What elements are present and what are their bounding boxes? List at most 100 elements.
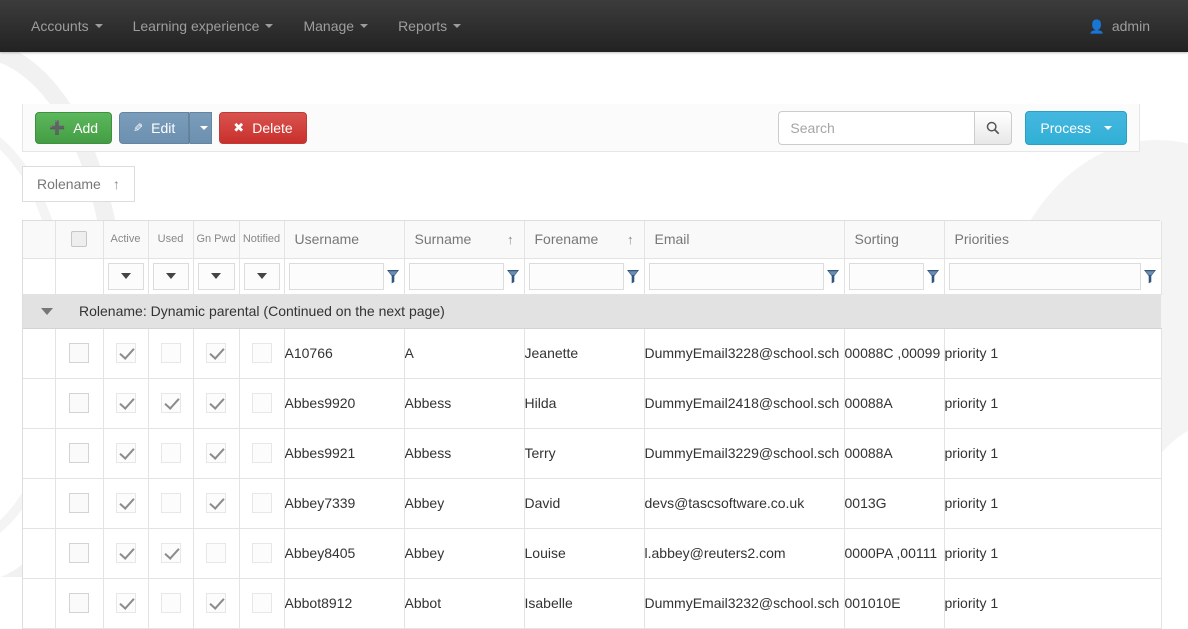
cell-used — [148, 378, 194, 429]
sort-chip-rolename[interactable]: Rolename ↑ — [22, 166, 135, 202]
row-select-checkbox[interactable] — [69, 493, 89, 513]
group-sort-bar: Rolename ↑ — [22, 166, 135, 202]
filter-input-priorities[interactable] — [948, 262, 1141, 290]
filter-cell-forename — [524, 258, 645, 295]
table-row[interactable]: Abbey7339 Abbey David devs@tascsoftware.co.… — [23, 478, 1162, 529]
delete-button-label: Delete — [252, 119, 293, 136]
edit-button-group: ✎ Edit — [119, 111, 213, 144]
nav-item-reports[interactable]: Reports — [383, 0, 476, 52]
row-select-cell[interactable] — [55, 528, 104, 579]
nav-item-learning-experience[interactable]: Learning experience — [118, 0, 289, 52]
notified-checkbox — [251, 543, 272, 563]
filter-input-surname[interactable] — [408, 262, 504, 290]
table-row[interactable]: Abbot8912 Abbot Isabelle DummyEmail3232@sch… — [23, 578, 1162, 629]
column-header-used[interactable]: Used — [148, 221, 194, 259]
column-header-surname[interactable]: Surname ↑ — [404, 221, 525, 259]
filter-cell-handle — [23, 258, 56, 295]
funnel-icon[interactable] — [626, 268, 640, 284]
row-select-cell[interactable] — [55, 578, 104, 629]
active-checkbox — [115, 593, 136, 613]
filter-cell-username — [284, 258, 405, 295]
edit-button[interactable]: ✎ Edit — [119, 111, 190, 144]
funnel-icon[interactable] — [1143, 268, 1157, 284]
cell-username: Abbey8405 — [284, 528, 405, 579]
add-button[interactable]: ➕ Add — [35, 111, 113, 144]
delete-button[interactable]: ✖ Delete — [219, 111, 307, 144]
row-select-cell[interactable] — [55, 328, 104, 379]
cell-gnpwd — [193, 478, 240, 529]
row-select-cell[interactable] — [55, 478, 104, 529]
cell-surname: Abbess — [404, 378, 525, 429]
cell-forename: Jeanette — [524, 328, 645, 379]
process-button[interactable]: Process — [1025, 110, 1127, 145]
column-header-forename[interactable]: Forename ↑ — [524, 221, 645, 259]
row-select-checkbox[interactable] — [69, 543, 89, 563]
cell-surname: A — [404, 328, 525, 379]
user-menu-label: admin — [1111, 18, 1150, 34]
select-all-checkbox[interactable] — [71, 231, 87, 248]
cell-sorting: 0013G — [844, 478, 945, 529]
group-collapse-toggle[interactable] — [23, 307, 71, 315]
column-header-username[interactable]: Username — [284, 221, 405, 259]
funnel-icon[interactable] — [926, 268, 940, 284]
row-select-checkbox[interactable] — [69, 343, 89, 363]
toolbar-right-section: Process — [778, 110, 1127, 145]
filter-dropdown-gnpwd[interactable] — [197, 262, 235, 290]
filter-dropdown-used[interactable] — [152, 262, 189, 290]
cell-forename: Hilda — [524, 378, 645, 429]
funnel-icon[interactable] — [506, 268, 520, 284]
notified-checkbox — [251, 343, 272, 363]
cell-sorting: 00088A — [844, 378, 945, 429]
filter-cell-used — [148, 258, 194, 295]
table-row[interactable]: Abbes9921 Abbess Terry DummyEmail3229@schoo… — [23, 428, 1162, 479]
column-header-gnpwd[interactable]: Gn Pwd — [193, 221, 240, 259]
row-select-checkbox[interactable] — [69, 593, 89, 613]
cell-username: Abbes9921 — [284, 428, 405, 479]
row-select-checkbox[interactable] — [69, 443, 89, 463]
nav-item-manage[interactable]: Manage — [288, 0, 383, 52]
column-header-notified[interactable]: Notified — [239, 221, 285, 259]
column-header-label: Gn Pwd — [196, 233, 236, 246]
notified-checkbox — [251, 493, 272, 513]
column-header-priorities[interactable]: Priorities — [944, 221, 1162, 259]
column-header-email[interactable]: Email — [644, 221, 845, 259]
nav-item-accounts[interactable]: Accounts — [16, 0, 118, 52]
column-header-active[interactable]: Active — [103, 221, 149, 259]
cell-surname: Abbey — [404, 478, 525, 529]
funnel-icon[interactable] — [826, 268, 840, 284]
search-input[interactable] — [778, 110, 975, 145]
row-handle-cell — [23, 578, 56, 629]
cell-active — [103, 478, 149, 529]
table-row[interactable]: A10766 A Jeanette DummyEmail3228@school.sch… — [23, 328, 1162, 379]
user-menu[interactable]: 👤 admin — [1089, 18, 1150, 34]
filter-input-email[interactable] — [648, 262, 824, 290]
table-row[interactable]: Abbes9920 Abbess Hilda DummyEmail2418@schoo… — [23, 378, 1162, 429]
group-header-cell: Rolename: Dynamic parental (Continued on… — [23, 294, 1161, 329]
nav-right-section: 👤 admin — [1089, 18, 1172, 34]
nav-item-label: Manage — [303, 18, 355, 34]
column-header-row: Active Used Gn Pwd Notified Username Surname ↑… — [23, 221, 1162, 259]
group-header-row[interactable]: Rolename: Dynamic parental (Continued on… — [23, 294, 1161, 329]
cell-email: DummyEmail3229@school.sch — [644, 428, 845, 479]
table-row[interactable]: Abbey8405 Abbey Louise l.abbey@reuters2.com… — [23, 528, 1162, 579]
row-select-checkbox[interactable] — [69, 393, 89, 413]
filter-input-sorting[interactable] — [848, 262, 924, 290]
cell-used — [148, 528, 194, 579]
row-select-cell[interactable] — [55, 378, 104, 429]
filter-input-username[interactable] — [288, 262, 384, 290]
caret-down-icon — [211, 273, 221, 279]
filter-dropdown-notified[interactable] — [243, 262, 280, 290]
cell-priorities: priority 1 — [944, 578, 1162, 629]
filter-input-forename[interactable] — [528, 262, 624, 290]
edit-dropdown-toggle[interactable] — [189, 111, 213, 144]
search-button[interactable] — [974, 110, 1013, 145]
funnel-icon[interactable] — [386, 268, 400, 284]
filter-dropdown-active[interactable] — [107, 262, 144, 290]
column-header-sorting[interactable]: Sorting — [844, 221, 945, 259]
row-select-cell[interactable] — [55, 428, 104, 479]
row-handle-cell — [23, 378, 56, 429]
cell-active — [103, 428, 149, 479]
caret-down-icon — [165, 273, 176, 279]
active-checkbox — [115, 443, 136, 463]
column-header-select[interactable] — [55, 221, 104, 259]
